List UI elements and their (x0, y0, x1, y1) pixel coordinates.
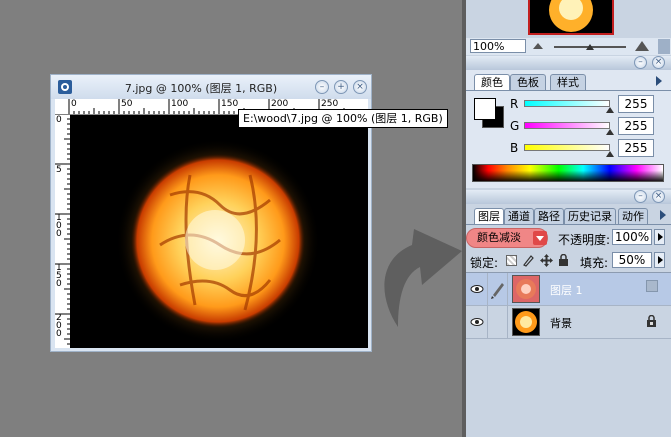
image-canvas[interactable] (70, 115, 368, 348)
green-slider-track[interactable] (524, 122, 610, 129)
palette-column: 100% – × 颜色 色板 样式 R 255 G 255 B 255 – × … (466, 0, 671, 437)
eye-icon (470, 318, 484, 326)
channel-label-b: B (510, 141, 519, 155)
tab-paths[interactable]: 路径 (534, 208, 564, 224)
color-palette-header[interactable]: – × (466, 56, 671, 70)
blue-slider-thumb[interactable] (606, 151, 614, 157)
lock-move-icon[interactable] (540, 254, 553, 267)
color-palette: 颜色 色板 样式 R 255 G 255 B 255 (466, 70, 671, 188)
tab-channels[interactable]: 通道 (504, 208, 534, 224)
color-spectrum-bar[interactable] (472, 164, 664, 182)
lock-label: 锁定: (470, 256, 499, 270)
curved-arrow-icon (384, 229, 462, 327)
ruler-label: 50 (121, 99, 133, 109)
zoom-in-icon[interactable] (634, 39, 650, 53)
red-value-input[interactable]: 255 (618, 95, 654, 113)
layer-scroll-indicator (646, 280, 658, 292)
channel-label-g: G (510, 119, 520, 133)
opacity-label: 不透明度: (558, 233, 611, 247)
layer-name[interactable]: 图层 1 (550, 282, 583, 298)
tab-divider (466, 90, 671, 91)
layer-name[interactable]: 背景 (550, 315, 572, 331)
palette-minimize-icon[interactable]: – (634, 190, 647, 203)
close-icon[interactable]: × (353, 80, 367, 94)
vertical-ruler[interactable]: 0 5 1 0 0 1 5 0 2 0 0 (55, 114, 71, 348)
palette-minimize-icon[interactable]: – (634, 56, 647, 69)
tab-styles[interactable]: 样式 (550, 74, 586, 90)
tab-layers[interactable]: 图层 (474, 208, 504, 224)
tab-history[interactable]: 历史记录 (564, 208, 616, 224)
opacity-slider-button[interactable] (654, 229, 665, 245)
layer-separator (466, 338, 671, 339)
fill-label: 填充: (580, 256, 609, 270)
palette-close-icon[interactable]: × (652, 190, 665, 203)
palette-menu-icon[interactable] (660, 210, 666, 220)
visibility-toggle[interactable] (466, 306, 488, 338)
blend-mode-select[interactable]: 颜色减淡 (466, 228, 548, 248)
ruler-label: 200 (271, 99, 289, 109)
ruler-label: 100 (171, 99, 189, 109)
zoom-input[interactable]: 100% (470, 39, 526, 53)
green-slider-thumb[interactable] (606, 129, 614, 135)
tab-divider (466, 224, 671, 225)
red-slider-track[interactable] (524, 100, 610, 107)
document-title: 7.jpg @ 100% (图层 1, RGB) (124, 82, 278, 95)
ruler-label: 1 0 0 (56, 213, 62, 239)
minimize-icon[interactable]: – (315, 80, 329, 94)
document-titlebar[interactable]: 7.jpg @ 100% (图层 1, RGB) – + × (51, 75, 371, 99)
navigator-preview[interactable] (528, 0, 614, 35)
green-value-input[interactable]: 255 (618, 117, 654, 135)
ruler-label: 250 (321, 99, 339, 109)
foreground-color-swatch[interactable] (474, 98, 496, 120)
layer-link-cell[interactable] (488, 306, 508, 338)
visibility-toggle[interactable] (466, 273, 488, 305)
fill-slider-button[interactable] (654, 252, 665, 268)
layer-row-layer1[interactable]: 图层 1 (466, 273, 671, 305)
palette-menu-icon[interactable] (656, 76, 662, 86)
blend-mode-value: 颜色减淡 (477, 231, 521, 244)
maximize-icon[interactable]: + (334, 80, 348, 94)
lock-all-icon[interactable] (558, 254, 569, 267)
layer-thumbnail (512, 275, 540, 303)
red-slider-thumb[interactable] (606, 107, 614, 113)
fill-input[interactable]: 50% (612, 252, 652, 268)
lock-icon (647, 315, 656, 327)
fireball-image (116, 139, 320, 343)
brush-icon (491, 283, 504, 299)
zoom-slider-thumb[interactable] (586, 44, 594, 50)
lock-transparency-icon[interactable] (506, 255, 517, 266)
navigator-scroll-edge (658, 39, 670, 54)
eye-icon (470, 285, 484, 293)
tab-swatches[interactable]: 色板 (510, 74, 546, 90)
layer-thumbnail (512, 308, 540, 336)
opacity-input[interactable]: 100% (612, 229, 652, 245)
layers-palette: 图层 通道 路径 历史记录 动作 颜色减淡 不透明度: 100% 锁定: 填充:… (466, 204, 671, 437)
ruler-label: 0 (71, 99, 77, 109)
ruler-label: 150 (221, 99, 239, 109)
blue-value-input[interactable]: 255 (618, 139, 654, 157)
layer-brush-toggle[interactable] (488, 273, 508, 305)
layers-palette-header[interactable]: – × (466, 190, 671, 204)
layer-row-background[interactable]: 背景 (466, 306, 671, 338)
navigator-zoom-bar: 100% (466, 38, 671, 55)
tab-actions[interactable]: 动作 (618, 208, 648, 224)
tab-color[interactable]: 颜色 (474, 74, 510, 90)
ruler-label: 5 (56, 165, 62, 175)
zoom-out-icon[interactable] (532, 41, 544, 51)
blue-slider-track[interactable] (524, 144, 610, 151)
palette-close-icon[interactable]: × (652, 56, 665, 69)
ruler-label: 1 5 0 (56, 263, 62, 289)
ruler-label: 0 (56, 115, 62, 125)
ruler-label: 2 0 0 (56, 313, 62, 339)
chevron-down-icon[interactable] (533, 231, 547, 245)
lock-paint-icon[interactable] (522, 254, 535, 267)
navigator-thumbnail (549, 0, 593, 32)
channel-label-r: R (510, 97, 519, 111)
document-path-tooltip: E:\wood\7.jpg @ 100% (图层 1, RGB) (238, 109, 448, 128)
